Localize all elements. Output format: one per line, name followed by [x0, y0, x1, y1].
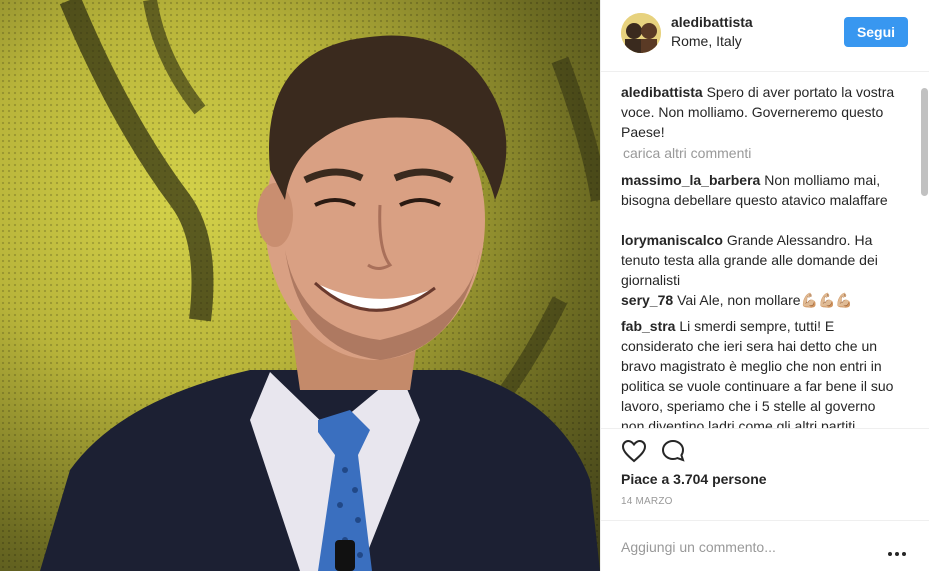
caption: aledibattista Spero di aver portato la v…	[621, 82, 896, 142]
post-photo[interactable]	[0, 0, 600, 571]
more-options-icon[interactable]	[888, 543, 906, 556]
comment-item: lorymaniscalco Grande Alessandro. Ha ten…	[621, 230, 896, 290]
comment-text: Vai Ale, non mollare💪🏼💪🏼💪🏼	[677, 292, 853, 308]
heart-icon[interactable]	[621, 439, 647, 463]
caption-username[interactable]: aledibattista	[621, 84, 703, 100]
comment-item: massimo_la_barbera Non molliamo mai, bis…	[621, 170, 896, 210]
comment-item: sery_78 Vai Ale, non mollare💪🏼💪🏼💪🏼	[621, 290, 896, 310]
comment-username[interactable]: massimo_la_barbera	[621, 172, 760, 188]
comment-item: fab_stra Li smerdi sempre, tutti! E cons…	[621, 316, 896, 429]
post-header: aledibattista Rome, Italy Segui	[601, 0, 929, 72]
comment-text: Li smerdi sempre, tutti! E considerato c…	[621, 318, 894, 429]
comments-scrollbar[interactable]	[920, 72, 928, 428]
comment-username[interactable]: sery_78	[621, 292, 673, 308]
post-side-panel: aledibattista Rome, Italy Segui aledibat…	[600, 0, 929, 571]
portrait-illustration	[40, 0, 600, 571]
comment-username[interactable]: fab_stra	[621, 318, 675, 334]
likes-count[interactable]: Piace a 3.704 persone	[621, 471, 767, 487]
header-location[interactable]: Rome, Italy	[671, 33, 742, 49]
comment-username[interactable]: lorymaniscalco	[621, 232, 723, 248]
post-date[interactable]: 14 MARZO	[621, 496, 673, 507]
header-username[interactable]: aledibattista	[671, 14, 753, 30]
comments-list[interactable]: aledibattista Spero di aver portato la v…	[601, 72, 929, 429]
comment-input[interactable]: Aggiungi un commento...	[621, 539, 776, 555]
add-comment-bar: Aggiungi un commento...	[601, 520, 929, 571]
load-more-comments-link[interactable]: carica altri commenti	[623, 145, 751, 161]
scrollbar-thumb[interactable]	[921, 88, 928, 196]
follow-button[interactable]: Segui	[844, 17, 908, 47]
comment-icon[interactable]	[661, 439, 687, 463]
avatar-image	[621, 13, 661, 53]
post-actions: Piace a 3.704 persone 14 MARZO	[601, 429, 929, 529]
user-avatar[interactable]	[621, 13, 661, 53]
